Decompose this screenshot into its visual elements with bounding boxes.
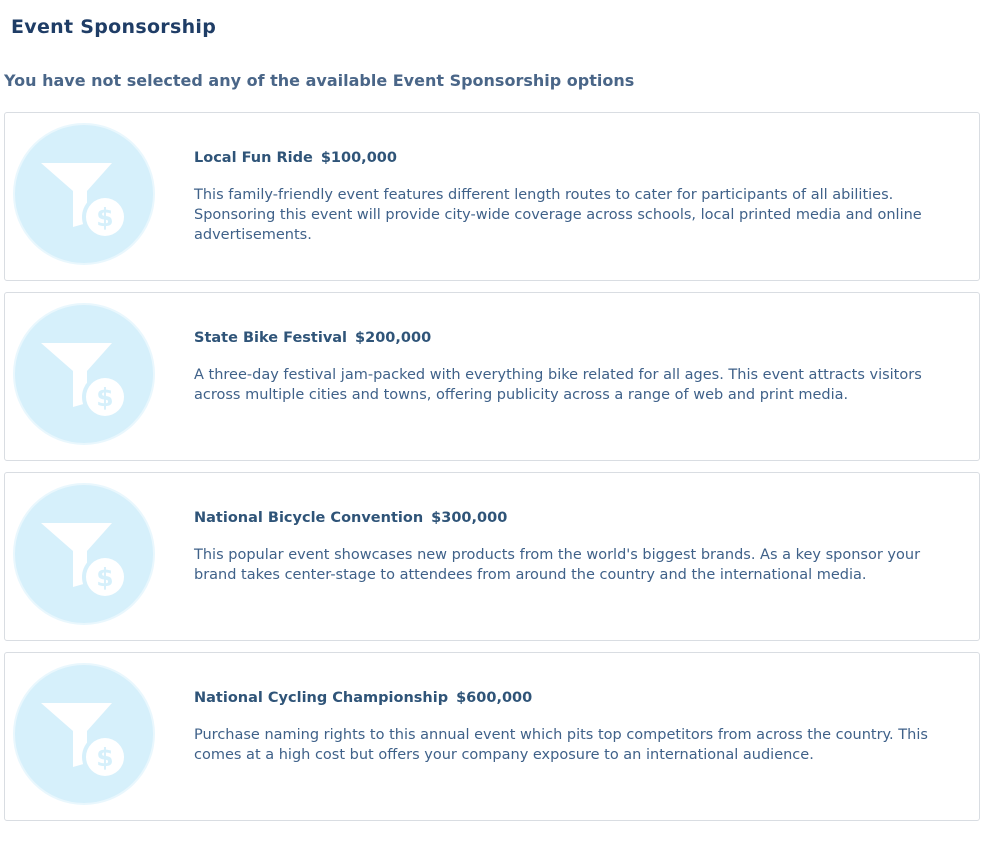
sponsorship-option-card[interactable]: $ National Bicycle Convention $300,000 Th…	[4, 472, 980, 641]
option-name: National Bicycle Convention	[194, 510, 424, 526]
selection-status-message: You have not selected any of the availab…	[4, 71, 635, 90]
option-heading: National Bicycle Convention $300,000	[194, 508, 965, 528]
page-title: Event Sponsorship	[11, 16, 217, 38]
svg-text:$: $	[96, 383, 113, 412]
event-sponsorship-page: Event Sponsorship You have not selected …	[0, 0, 993, 861]
option-price: $600,000	[456, 690, 533, 706]
sponsorship-option-list: $ Local Fun Ride $100,000 This family-fri…	[4, 112, 980, 832]
option-name: National Cycling Championship	[194, 690, 449, 706]
option-heading: State Bike Festival $200,000	[194, 328, 965, 348]
sponsorship-option-card[interactable]: $ State Bike Festival $200,000 A three-da…	[4, 292, 980, 461]
sponsorship-option-card[interactable]: $ Local Fun Ride $100,000 This family-fri…	[4, 112, 980, 281]
funnel-dollar-icon: $	[13, 123, 155, 265]
option-price: $200,000	[355, 330, 432, 346]
option-heading: National Cycling Championship $600,000	[194, 688, 965, 708]
option-description: A three-day festival jam-packed with eve…	[194, 367, 922, 403]
funnel-dollar-icon: $	[13, 483, 155, 625]
svg-text:$: $	[96, 563, 113, 592]
option-description: Purchase naming rights to this annual ev…	[194, 727, 928, 763]
option-price: $300,000	[431, 510, 508, 526]
funnel-dollar-icon: $	[13, 663, 155, 805]
svg-text:$: $	[96, 743, 113, 772]
option-heading: Local Fun Ride $100,000	[194, 148, 965, 168]
option-price: $100,000	[320, 150, 397, 166]
sponsorship-option-card[interactable]: $ National Cycling Championship $600,000 …	[4, 652, 980, 821]
option-description: This family-friendly event features diff…	[194, 187, 922, 243]
svg-text:$: $	[96, 203, 113, 232]
option-name: State Bike Festival	[194, 330, 348, 346]
option-name: Local Fun Ride	[194, 150, 313, 166]
funnel-dollar-icon: $	[13, 303, 155, 445]
option-description: This popular event showcases new product…	[194, 547, 921, 583]
